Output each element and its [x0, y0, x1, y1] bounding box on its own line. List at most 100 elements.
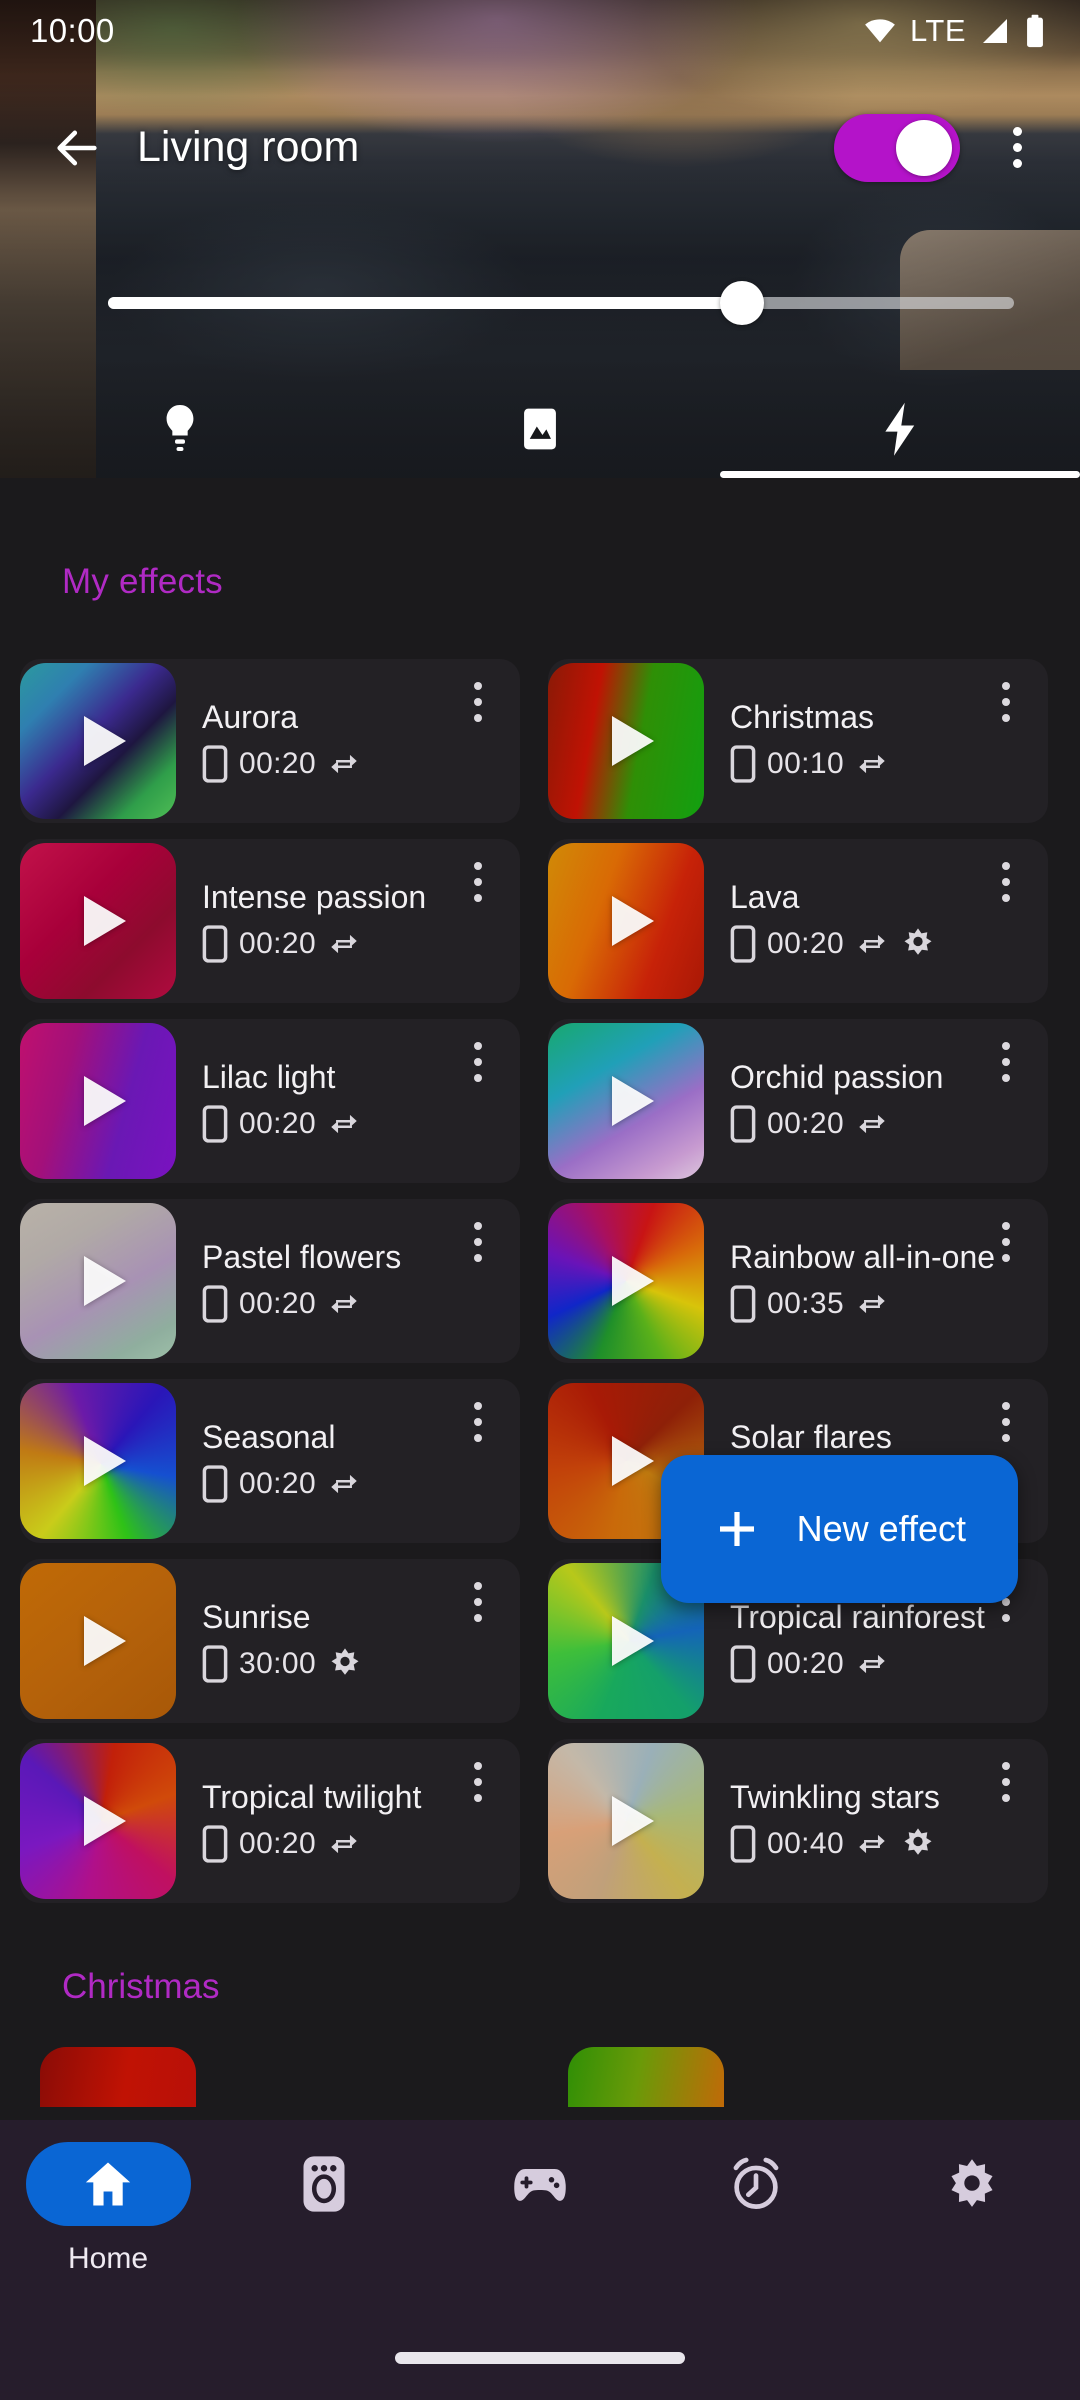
brightness-icon	[904, 928, 932, 955]
effect-meta: 00:35	[730, 1285, 1046, 1323]
nav-item-alarms[interactable]	[648, 2134, 864, 2300]
effect-thumbnail[interactable]	[20, 1563, 176, 1719]
effect-overflow-button[interactable]	[456, 1393, 500, 1451]
effect-card[interactable]: Christmas 00:10	[528, 651, 1056, 831]
phone-icon	[202, 745, 228, 783]
play-icon	[612, 1076, 654, 1126]
effect-card[interactable]: Twinkling stars 00:40	[528, 1731, 1056, 1911]
effect-overflow-button[interactable]	[456, 853, 500, 911]
page-title: Living room	[137, 123, 360, 171]
brightness-icon	[331, 1648, 359, 1675]
effect-overflow-button[interactable]	[456, 1033, 500, 1091]
effect-thumbnail[interactable]	[40, 2047, 196, 2107]
toggle-knob	[896, 119, 952, 176]
effect-thumbnail[interactable]	[548, 1743, 704, 1899]
effect-meta: 30:00	[202, 1645, 518, 1683]
effect-overflow-button[interactable]	[456, 1573, 500, 1631]
effect-meta: 00:20	[202, 1825, 518, 1863]
phone-icon	[730, 925, 756, 963]
effect-thumbnail[interactable]	[548, 1023, 704, 1179]
nav-pill	[242, 2142, 407, 2226]
effect-card[interactable]: Tropical twilight 00:20	[0, 1731, 528, 1911]
effect-meta: 00:20	[730, 1105, 1046, 1143]
phone-icon	[730, 1285, 756, 1323]
nav-pill	[25, 2142, 191, 2226]
effect-meta: 00:20	[730, 1645, 1046, 1683]
status-clock: 10:00	[30, 12, 115, 49]
nav-item-home[interactable]: Home	[0, 2134, 216, 2300]
signal-icon	[983, 19, 1007, 43]
play-icon	[84, 716, 126, 766]
effect-thumbnail[interactable]	[20, 1023, 176, 1179]
effect-card[interactable]: Rainbow all-in-one 00:35	[528, 1191, 1056, 1371]
effect-card[interactable]	[0, 2047, 528, 2107]
nav-item-remote[interactable]	[216, 2134, 432, 2300]
effect-overflow-button[interactable]	[984, 853, 1028, 911]
effect-card[interactable]: Sunrise 30:00	[0, 1551, 528, 1731]
status-bar: 10:00 LTE	[0, 0, 1080, 62]
effect-overflow-button[interactable]	[456, 673, 500, 731]
slider-thumb[interactable]	[720, 281, 765, 325]
effect-card[interactable]: Seasonal 00:20	[0, 1371, 528, 1551]
status-indicators: LTE	[863, 13, 1046, 49]
tab-effects[interactable]	[720, 380, 1080, 478]
gesture-home-indicator[interactable]	[395, 2352, 685, 2364]
effect-overflow-button[interactable]	[984, 1393, 1028, 1451]
nav-pill	[890, 2142, 1055, 2226]
effect-thumbnail[interactable]	[548, 663, 704, 819]
effect-thumbnail[interactable]	[20, 1383, 176, 1539]
hero-tab-bar	[0, 380, 1080, 478]
nav-item-settings[interactable]	[864, 2134, 1080, 2300]
tab-light[interactable]	[0, 380, 360, 478]
more-vertical-icon	[1012, 127, 1022, 168]
effect-overflow-button[interactable]	[984, 673, 1028, 731]
room-power-toggle[interactable]	[834, 113, 960, 182]
phone-icon	[730, 1645, 756, 1683]
repeat-icon	[859, 1654, 885, 1674]
back-button[interactable]	[48, 119, 106, 177]
repeat-icon	[859, 934, 885, 954]
remote-control-icon	[303, 2156, 345, 2212]
effect-thumbnail[interactable]	[20, 1203, 176, 1359]
effect-card[interactable]: Orchid passion 00:20	[528, 1011, 1056, 1191]
effect-card[interactable]	[528, 2047, 1056, 2107]
effect-thumbnail[interactable]	[20, 843, 176, 999]
repeat-icon	[331, 1114, 357, 1134]
nav-pill	[458, 2142, 623, 2226]
repeat-icon	[331, 1834, 357, 1854]
effect-overflow-button[interactable]	[984, 1033, 1028, 1091]
repeat-icon	[859, 754, 885, 774]
effect-overflow-button[interactable]	[984, 1213, 1028, 1271]
phone-icon	[730, 1105, 756, 1143]
effect-card[interactable]: Aurora 00:20	[0, 651, 528, 831]
effect-thumbnail[interactable]	[20, 663, 176, 819]
effect-card[interactable]: Lilac light 00:20	[0, 1011, 528, 1191]
effect-thumbnail[interactable]	[568, 2047, 724, 2107]
effect-card[interactable]: Lava 00:20	[528, 831, 1056, 1011]
effect-overflow-button[interactable]	[456, 1753, 500, 1811]
repeat-icon	[331, 1474, 357, 1494]
effect-overflow-button[interactable]	[456, 1213, 500, 1271]
effect-duration: 00:20	[239, 1467, 317, 1500]
new-effect-label: New effect	[796, 1508, 966, 1549]
effect-thumbnail[interactable]	[20, 1743, 176, 1899]
effect-card[interactable]: Pastel flowers 00:20	[0, 1191, 528, 1371]
tab-scene[interactable]	[360, 380, 720, 478]
effect-thumbnail[interactable]	[548, 843, 704, 999]
overflow-menu-button[interactable]	[982, 113, 1052, 183]
brightness-slider[interactable]	[108, 281, 1014, 325]
phone-icon	[202, 925, 228, 963]
effect-overflow-button[interactable]	[984, 1753, 1028, 1811]
phone-icon	[202, 1825, 228, 1863]
nav-item-games[interactable]	[432, 2134, 648, 2300]
repeat-icon	[859, 1834, 885, 1854]
new-effect-button[interactable]: New effect	[660, 1455, 1018, 1603]
effect-thumbnail[interactable]	[548, 1203, 704, 1359]
bottom-nav-items: Home	[0, 2120, 1080, 2300]
more-vertical-icon	[1002, 862, 1010, 902]
effect-duration: 00:20	[767, 1107, 845, 1140]
repeat-icon	[331, 754, 357, 774]
play-icon	[612, 1436, 654, 1486]
effects-scroll-area[interactable]: My effects Aurora 00:20 Christmas 00:10 Inte…	[0, 478, 1080, 2120]
effect-card[interactable]: Intense passion 00:20	[0, 831, 528, 1011]
